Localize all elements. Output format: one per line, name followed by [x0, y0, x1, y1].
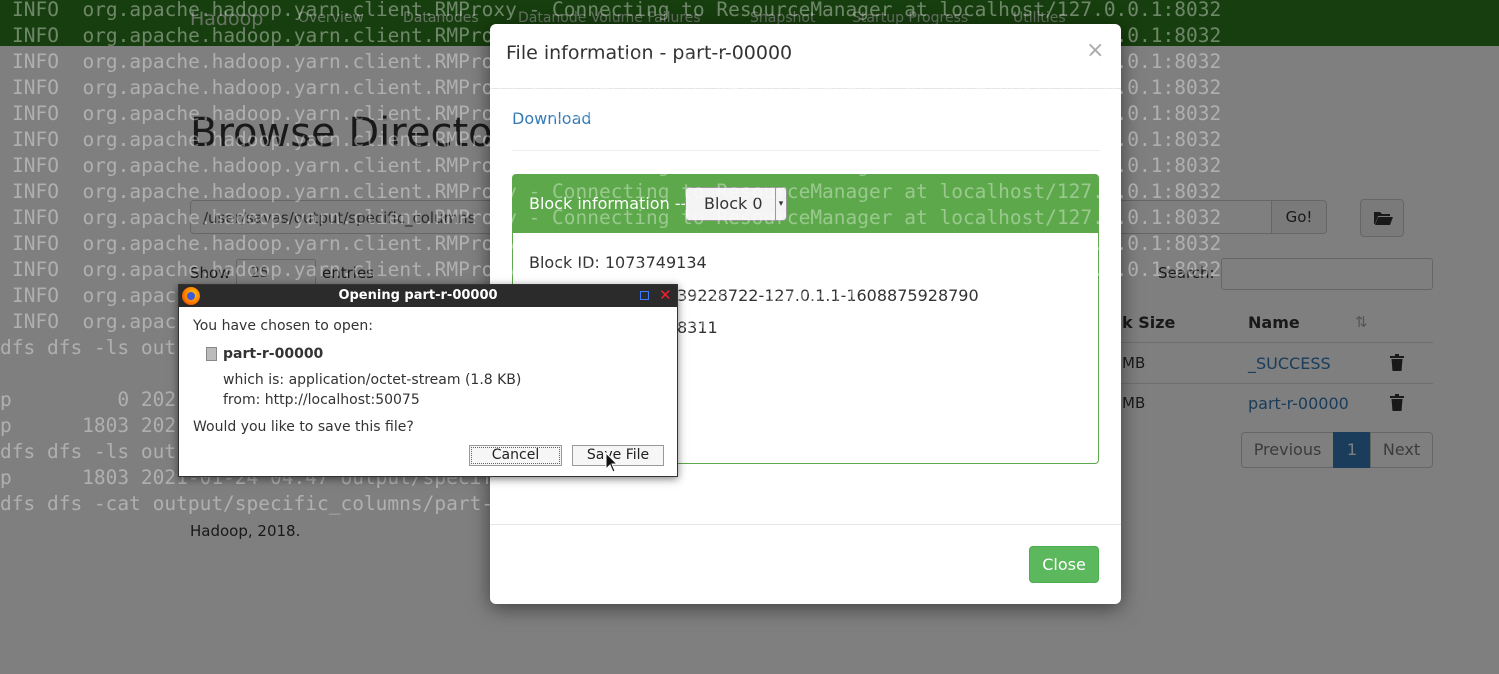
close-icon[interactable]: ✕ [659, 286, 672, 304]
save-question-text: Would you like to save this file? [193, 419, 414, 435]
file-type-text: which is: application/octet-stream (1.8 … [223, 372, 522, 388]
dialog-filename: part-r-00000 [223, 346, 324, 362]
block-pool-id: 39228722-127.0.1.1-1608875928790 [677, 286, 979, 305]
modal-title: File information - part-r-00000 [506, 42, 793, 64]
modal-close-x-icon[interactable]: × [1086, 38, 1104, 63]
generation-stamp: 8311 [677, 318, 718, 337]
modal-footer-divider [490, 524, 1121, 525]
modal-divider [512, 150, 1100, 151]
block-panel-header: Block information -- Block 0 ▾ [513, 175, 1098, 233]
chevron-down-icon: ▾ [775, 188, 786, 220]
file-source-text: from: http://localhost:50075 [223, 392, 420, 408]
dialog-titlebar[interactable]: Opening part-r-00000 ✕ [179, 285, 677, 307]
block-select[interactable]: Block 0 ▾ [685, 187, 787, 221]
block-id: Block ID: 1073749134 [529, 253, 707, 272]
mouse-cursor-icon [605, 452, 619, 473]
cancel-button[interactable]: Cancel [469, 445, 562, 466]
maximize-icon[interactable] [640, 291, 649, 300]
block-information-label: Block information -- [529, 194, 687, 213]
chosen-to-open-text: You have chosen to open: [193, 318, 373, 334]
block-select-value: Block 0 [704, 194, 763, 213]
download-link[interactable]: Download [512, 109, 592, 128]
firefox-open-file-dialog: Opening part-r-00000 ✕ You have chosen t… [178, 284, 678, 477]
file-icon [206, 347, 217, 361]
dialog-title: Opening part-r-00000 [338, 288, 498, 303]
modal-header-divider [490, 88, 1121, 89]
close-button[interactable]: Close [1029, 546, 1099, 583]
